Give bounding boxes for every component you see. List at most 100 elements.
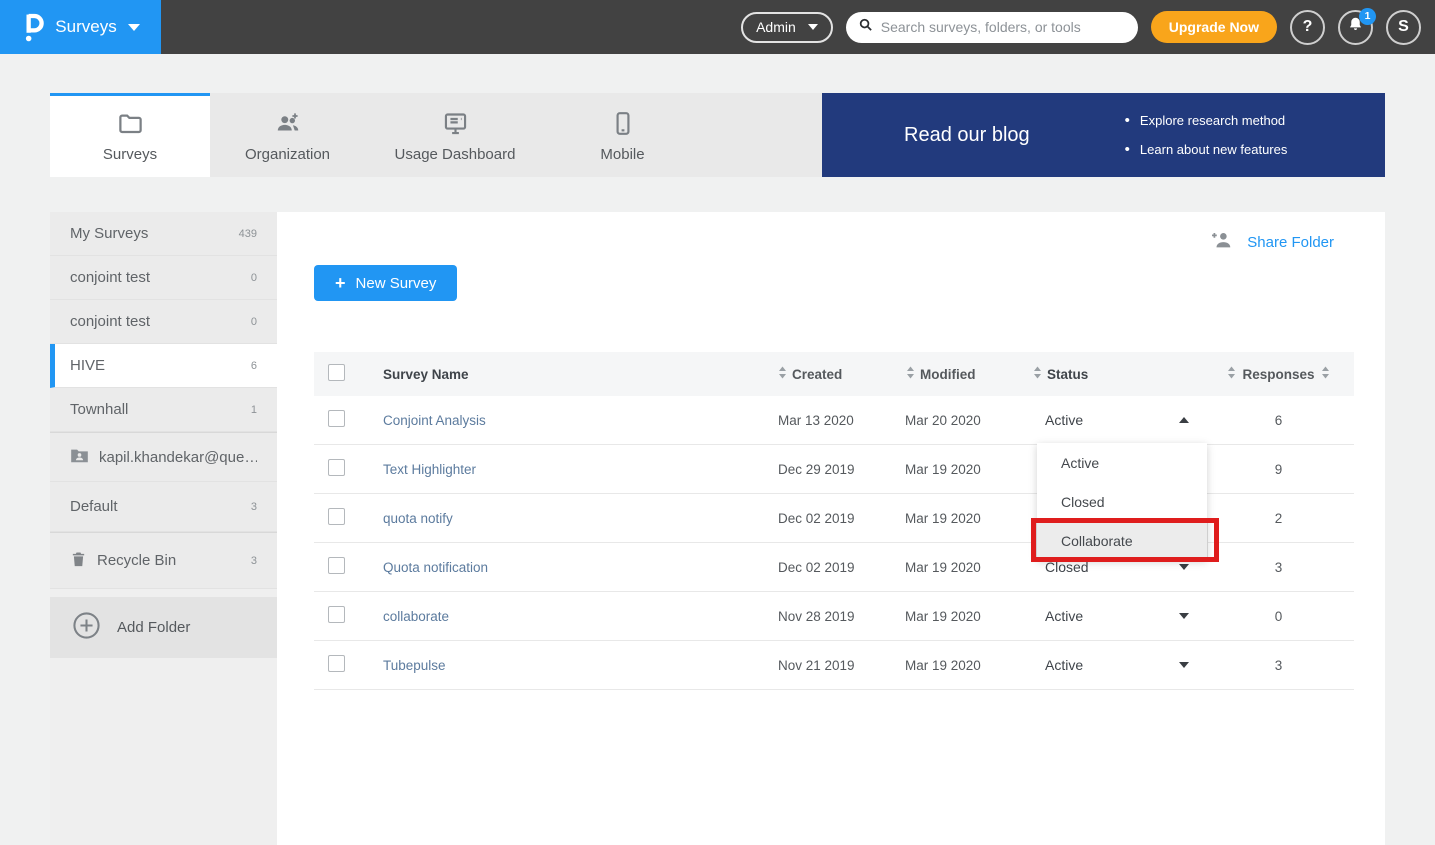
status-option-collaborate[interactable]: Collaborate bbox=[1037, 521, 1207, 560]
status-cell[interactable]: Active bbox=[1033, 657, 1203, 673]
survey-name-link[interactable]: Quota notification bbox=[380, 560, 765, 575]
shared-folder-icon bbox=[70, 447, 89, 468]
sidebar-item-count: 6 bbox=[251, 360, 257, 372]
sidebar-item-recycle-bin[interactable]: Recycle Bin3 bbox=[50, 532, 277, 589]
row-checkbox[interactable] bbox=[328, 655, 345, 672]
survey-name-link[interactable]: Text Highlighter bbox=[380, 462, 765, 477]
sort-icon bbox=[1033, 366, 1042, 382]
admin-label: Admin bbox=[756, 19, 796, 35]
responses-count: 9 bbox=[1203, 462, 1354, 477]
column-header-modified[interactable]: Modified bbox=[893, 366, 1033, 382]
sidebar-item-label: My Surveys bbox=[70, 225, 231, 242]
status-option-closed[interactable]: Closed bbox=[1037, 482, 1207, 521]
sidebar-item-text: Default bbox=[70, 498, 118, 515]
row-checkbox[interactable] bbox=[328, 410, 345, 427]
status-label: Active bbox=[1045, 657, 1083, 673]
product-switcher[interactable]: Surveys bbox=[0, 0, 161, 54]
select-all-checkbox[interactable] bbox=[328, 364, 345, 381]
chevron-down-icon bbox=[128, 24, 140, 31]
help-button[interactable]: ? bbox=[1290, 10, 1325, 45]
column-header-status[interactable]: Status bbox=[1033, 366, 1203, 382]
modified-date: Mar 19 2020 bbox=[893, 609, 1033, 624]
sidebar-item-label: Recycle Bin bbox=[70, 550, 243, 572]
row-checkbox[interactable] bbox=[328, 606, 345, 623]
status-option-active[interactable]: Active bbox=[1037, 443, 1207, 482]
plus-icon: + bbox=[335, 273, 346, 294]
modified-date: Mar 20 2020 bbox=[893, 413, 1033, 428]
plus-circle-icon bbox=[72, 611, 101, 645]
column-header-survey-name[interactable]: Survey Name bbox=[380, 367, 765, 382]
upgrade-now-button[interactable]: Upgrade Now bbox=[1151, 11, 1277, 43]
admin-dropdown[interactable]: Admin bbox=[741, 12, 833, 43]
created-date: Dec 29 2019 bbox=[765, 462, 893, 477]
person-plus-icon bbox=[1210, 229, 1234, 256]
status-caret-up-icon[interactable] bbox=[1179, 417, 1189, 423]
responses-count: 3 bbox=[1203, 658, 1354, 673]
survey-name-link[interactable]: collaborate bbox=[380, 609, 765, 624]
status-caret-down-icon[interactable] bbox=[1179, 662, 1189, 668]
notifications-button[interactable]: 1 bbox=[1338, 10, 1373, 45]
column-header-created[interactable]: Created bbox=[765, 366, 893, 382]
tab-surveys[interactable]: Surveys bbox=[50, 93, 210, 177]
row-checkbox[interactable] bbox=[328, 508, 345, 525]
status-label: Active bbox=[1045, 608, 1083, 624]
status-cell[interactable]: Active bbox=[1033, 412, 1203, 428]
status-cell[interactable]: Closed bbox=[1033, 559, 1203, 575]
sidebar-item-default[interactable]: Default3 bbox=[50, 482, 277, 532]
row-checkbox-cell bbox=[314, 655, 380, 675]
survey-name-link[interactable]: Conjoint Analysis bbox=[380, 413, 765, 428]
survey-name-link[interactable]: Tubepulse bbox=[380, 658, 765, 673]
new-survey-button[interactable]: + New Survey bbox=[314, 265, 457, 301]
column-header-responses[interactable]: Responses bbox=[1203, 366, 1354, 382]
tab-list: SurveysOrganizationUsage DashboardMobile bbox=[50, 93, 700, 177]
column-header-label: Status bbox=[1047, 367, 1088, 382]
tab-mobile[interactable]: Mobile bbox=[545, 93, 700, 177]
banner-title[interactable]: Read our blog bbox=[904, 124, 1030, 147]
sidebar-item-conjoint-test[interactable]: conjoint test0 bbox=[50, 256, 277, 300]
status-caret-down-icon[interactable] bbox=[1179, 564, 1189, 570]
add-folder-button[interactable]: Add Folder bbox=[50, 597, 277, 658]
created-date: Dec 02 2019 bbox=[765, 560, 893, 575]
sidebar-item-conjoint-test[interactable]: conjoint test0 bbox=[50, 300, 277, 344]
banner-bullet: Learn about new features bbox=[1125, 135, 1288, 164]
status-caret-down-icon[interactable] bbox=[1179, 613, 1189, 619]
share-folder-button[interactable]: Share Folder bbox=[1210, 229, 1334, 256]
status-cell[interactable]: Active bbox=[1033, 608, 1203, 624]
tab-organization[interactable]: Organization bbox=[210, 93, 365, 177]
sort-icon bbox=[778, 366, 787, 382]
sidebar-item-count: 439 bbox=[239, 228, 257, 240]
sort-icon bbox=[1227, 366, 1236, 382]
sidebar-item-label: HIVE bbox=[70, 357, 243, 374]
questionpro-logo-icon bbox=[21, 13, 44, 42]
product-label: Surveys bbox=[55, 17, 116, 37]
created-date: Mar 13 2020 bbox=[765, 413, 893, 428]
sidebar-item-text: kapil.khandekar@que… bbox=[99, 449, 257, 466]
created-date: Nov 28 2019 bbox=[765, 609, 893, 624]
sidebar-item-kapil-khandekar-que[interactable]: kapil.khandekar@que… bbox=[50, 432, 277, 482]
trash-icon bbox=[70, 550, 87, 572]
status-label: Active bbox=[1045, 412, 1083, 428]
blog-banner[interactable]: Read our blog Explore research methodLea… bbox=[822, 93, 1385, 177]
row-checkbox-cell bbox=[314, 459, 380, 479]
mobile-icon bbox=[610, 110, 636, 137]
avatar[interactable]: S bbox=[1386, 10, 1421, 45]
row-checkbox[interactable] bbox=[328, 557, 345, 574]
add-folder-label: Add Folder bbox=[117, 619, 190, 636]
status-label: Closed bbox=[1045, 559, 1089, 575]
table-row: TubepulseNov 21 2019Mar 19 2020Active3 bbox=[314, 641, 1354, 690]
status-dropdown-menu: ActiveClosedCollaborate bbox=[1037, 443, 1207, 560]
search-input[interactable] bbox=[881, 19, 1126, 35]
sidebar-item-my-surveys[interactable]: My Surveys 439 bbox=[50, 212, 277, 256]
row-checkbox[interactable] bbox=[328, 459, 345, 476]
sidebar-item-label: kapil.khandekar@que… bbox=[70, 447, 257, 468]
share-folder-label: Share Folder bbox=[1247, 234, 1334, 251]
survey-name-link[interactable]: quota notify bbox=[380, 511, 765, 526]
created-date: Nov 21 2019 bbox=[765, 658, 893, 673]
sidebar-item-label: Default bbox=[70, 498, 243, 515]
banner-bullet: Explore research method bbox=[1125, 106, 1288, 135]
tab-usage-dashboard[interactable]: Usage Dashboard bbox=[365, 93, 545, 177]
sidebar-item-townhall[interactable]: Townhall1 bbox=[50, 388, 277, 432]
modified-date: Mar 19 2020 bbox=[893, 511, 1033, 526]
sort-icon bbox=[1321, 366, 1330, 382]
sidebar-item-hive[interactable]: HIVE 6 bbox=[50, 344, 277, 388]
